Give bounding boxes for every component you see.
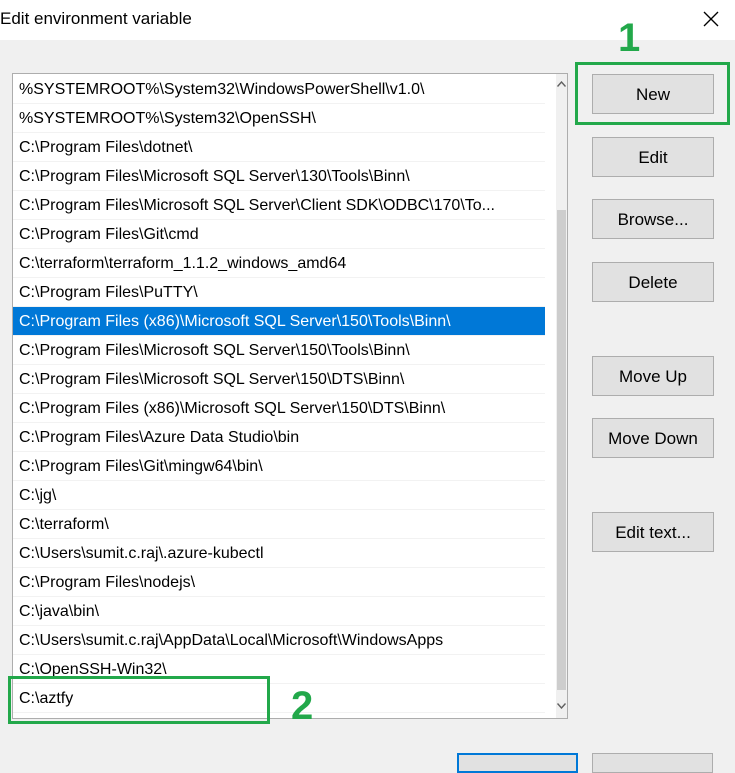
move-down-button[interactable]: Move Down	[592, 418, 714, 458]
path-list[interactable]: %SYSTEMROOT%\System32\WindowsPowerShell\…	[12, 73, 568, 719]
list-item[interactable]: C:\Program Files (x86)\Microsoft SQL Ser…	[13, 394, 545, 423]
list-item[interactable]: %SYSTEMROOT%\System32\OpenSSH\	[13, 104, 545, 133]
cancel-button[interactable]	[592, 753, 713, 773]
close-icon	[703, 11, 719, 27]
chevron-down-icon	[557, 703, 566, 709]
browse-button[interactable]: Browse...	[592, 199, 714, 239]
list-item[interactable]: C:\Program Files\Microsoft SQL Server\15…	[13, 365, 545, 394]
list-item[interactable]: C:\Program Files\PuTTY\	[13, 278, 545, 307]
list-item[interactable]: C:\Program Files\Microsoft SQL Server\13…	[13, 162, 545, 191]
move-up-button[interactable]: Move Up	[592, 356, 714, 396]
list-item[interactable]: C:\Program Files\Microsoft SQL Server\Cl…	[13, 191, 545, 220]
close-button[interactable]	[696, 4, 726, 34]
list-item[interactable]: C:\jg\	[13, 481, 545, 510]
window-title: Edit environment variable	[0, 9, 192, 28]
step2-label: 2	[291, 684, 314, 728]
list-item[interactable]: C:\Program Files\dotnet\	[13, 133, 545, 162]
scroll-down-button[interactable]	[556, 696, 567, 718]
chevron-up-icon	[557, 81, 566, 87]
list-item[interactable]: C:\Program Files\Git\cmd	[13, 220, 545, 249]
list-item[interactable]: C:\Users\sumit.c.raj\.azure-kubectl	[13, 539, 545, 568]
ok-button[interactable]	[457, 753, 578, 773]
list-item[interactable]: C:\Users\sumit.c.raj\AppData\Local\Micro…	[13, 626, 545, 655]
list-item[interactable]: C:\Program Files\Git\mingw64\bin\	[13, 452, 545, 481]
list-item[interactable]: C:\Program Files\Microsoft SQL Server\15…	[13, 336, 545, 365]
list-item[interactable]: C:\java\bin\	[13, 597, 545, 626]
scroll-up-button[interactable]	[556, 74, 567, 96]
list-item[interactable]: C:\terraform\terraform_1.1.2_windows_amd…	[13, 249, 545, 278]
path-list-rows: %SYSTEMROOT%\System32\WindowsPowerShell\…	[13, 75, 545, 713]
list-item[interactable]: C:\terraform\	[13, 510, 545, 539]
step2-highlight	[8, 676, 270, 724]
edit-button[interactable]: Edit	[592, 137, 714, 177]
step1-label: 1	[618, 16, 641, 60]
list-item[interactable]: C:\Program Files\Azure Data Studio\bin	[13, 423, 545, 452]
delete-button[interactable]: Delete	[592, 262, 714, 302]
list-item[interactable]: C:\Program Files\nodejs\	[13, 568, 545, 597]
scroll-thumb[interactable]	[557, 210, 566, 690]
vertical-scrollbar[interactable]	[556, 74, 567, 718]
step1-highlight	[575, 62, 730, 125]
edit-text-button[interactable]: Edit text...	[592, 512, 714, 552]
list-item[interactable]: %SYSTEMROOT%\System32\WindowsPowerShell\…	[13, 75, 545, 104]
list-item-selected[interactable]: C:\Program Files (x86)\Microsoft SQL Ser…	[13, 307, 545, 336]
